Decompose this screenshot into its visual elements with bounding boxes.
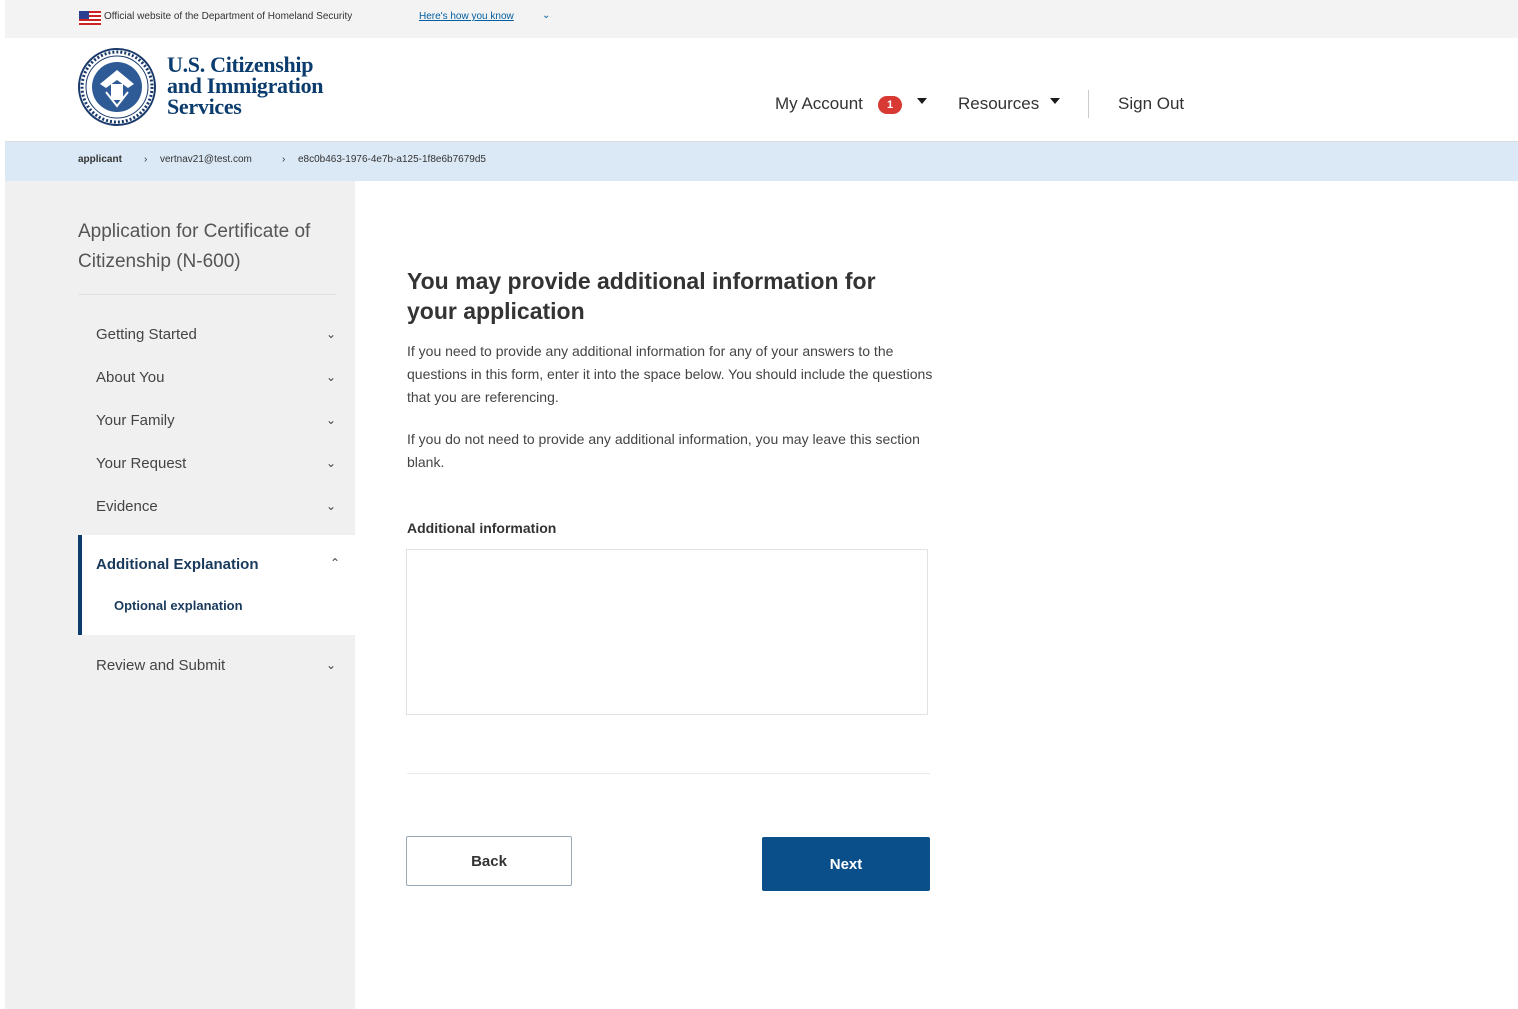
- instructions-paragraph: If you need to provide any additional in…: [407, 343, 933, 405]
- sidebar-subitem-optional-explanation[interactable]: Optional explanation: [114, 598, 243, 613]
- official-banner: Official website of the Department of Ho…: [5, 0, 1518, 38]
- sidebar: Application for Certificate of Citizensh…: [5, 181, 355, 1009]
- agency-line-3: Services: [167, 94, 242, 119]
- sidebar-item-label[interactable]: Additional Explanation: [96, 556, 259, 573]
- page: Official website of the Department of Ho…: [5, 0, 1518, 1009]
- site-header: U.S. Citizenship and Immigration Service…: [5, 38, 1518, 142]
- page-title: You may provide additional information f…: [407, 268, 876, 324]
- notification-badge[interactable]: 1: [878, 96, 902, 114]
- back-button[interactable]: Back: [406, 836, 572, 886]
- breadcrumb-item-email[interactable]: vertnav21@test.com: [160, 154, 252, 165]
- breadcrumb-item-case-id: e8c0b463-1976-4e7b-a125-1f8e6b7679d5: [298, 154, 486, 165]
- content-divider: [407, 773, 930, 774]
- additional-information-label: Additional information: [407, 520, 557, 536]
- sidebar-item-your-request[interactable]: Your Request: [96, 455, 186, 472]
- breadcrumb: applicant › vertnav21@test.com › e8c0b46…: [5, 142, 1518, 181]
- us-flag-icon: [79, 11, 101, 25]
- sidebar-form-title: Application for Certificate of Citizensh…: [78, 221, 311, 272]
- chevron-down-icon[interactable]: ⌄: [326, 370, 336, 384]
- chevron-down-icon[interactable]: ⌄: [326, 658, 336, 672]
- sidebar-item-review-and-submit[interactable]: Review and Submit: [96, 657, 225, 674]
- dhs-seal-logo[interactable]: [78, 48, 156, 126]
- sidebar-divider: [78, 294, 336, 295]
- breadcrumb-separator: ›: [144, 154, 148, 165]
- chevron-down-icon[interactable]: ⌄: [542, 10, 550, 21]
- chevron-down-icon[interactable]: ⌄: [326, 413, 336, 427]
- additional-information-textarea[interactable]: [406, 549, 928, 715]
- agency-line-1: U.S. Citizenship: [167, 52, 314, 77]
- sidebar-item-evidence[interactable]: Evidence: [96, 498, 158, 515]
- caret-down-icon[interactable]: [917, 98, 927, 104]
- sidebar-item-getting-started[interactable]: Getting Started: [96, 326, 197, 343]
- banner-text: Official website of the Department of Ho…: [104, 11, 353, 22]
- heres-how-you-know-link[interactable]: Here's how you know: [419, 11, 514, 22]
- next-button[interactable]: Next: [762, 837, 930, 891]
- sidebar-item-your-family[interactable]: Your Family: [96, 412, 175, 429]
- sign-out-link[interactable]: Sign Out: [1118, 94, 1184, 114]
- agency-name[interactable]: U.S. Citizenship and Immigration Service…: [167, 52, 324, 119]
- chevron-down-icon[interactable]: ⌄: [326, 499, 336, 513]
- caret-down-icon[interactable]: [1050, 98, 1060, 104]
- agency-line-2: and Immigration: [167, 73, 324, 98]
- chevron-down-icon[interactable]: ⌄: [326, 327, 336, 341]
- nav-divider: [1088, 90, 1089, 118]
- sidebar-item-about-you[interactable]: About You: [96, 369, 164, 386]
- breadcrumb-separator: ›: [282, 154, 286, 165]
- my-account-menu[interactable]: My Account: [775, 94, 863, 114]
- chevron-down-icon[interactable]: ⌄: [326, 456, 336, 470]
- optional-note-paragraph: If you do not need to provide any additi…: [407, 431, 920, 470]
- breadcrumb-item-applicant[interactable]: applicant: [78, 154, 122, 165]
- chevron-up-icon[interactable]: ⌃: [330, 556, 340, 570]
- resources-menu[interactable]: Resources: [958, 94, 1039, 114]
- sidebar-item-additional-explanation[interactable]: Additional Explanation ⌃ Optional explan…: [78, 535, 355, 635]
